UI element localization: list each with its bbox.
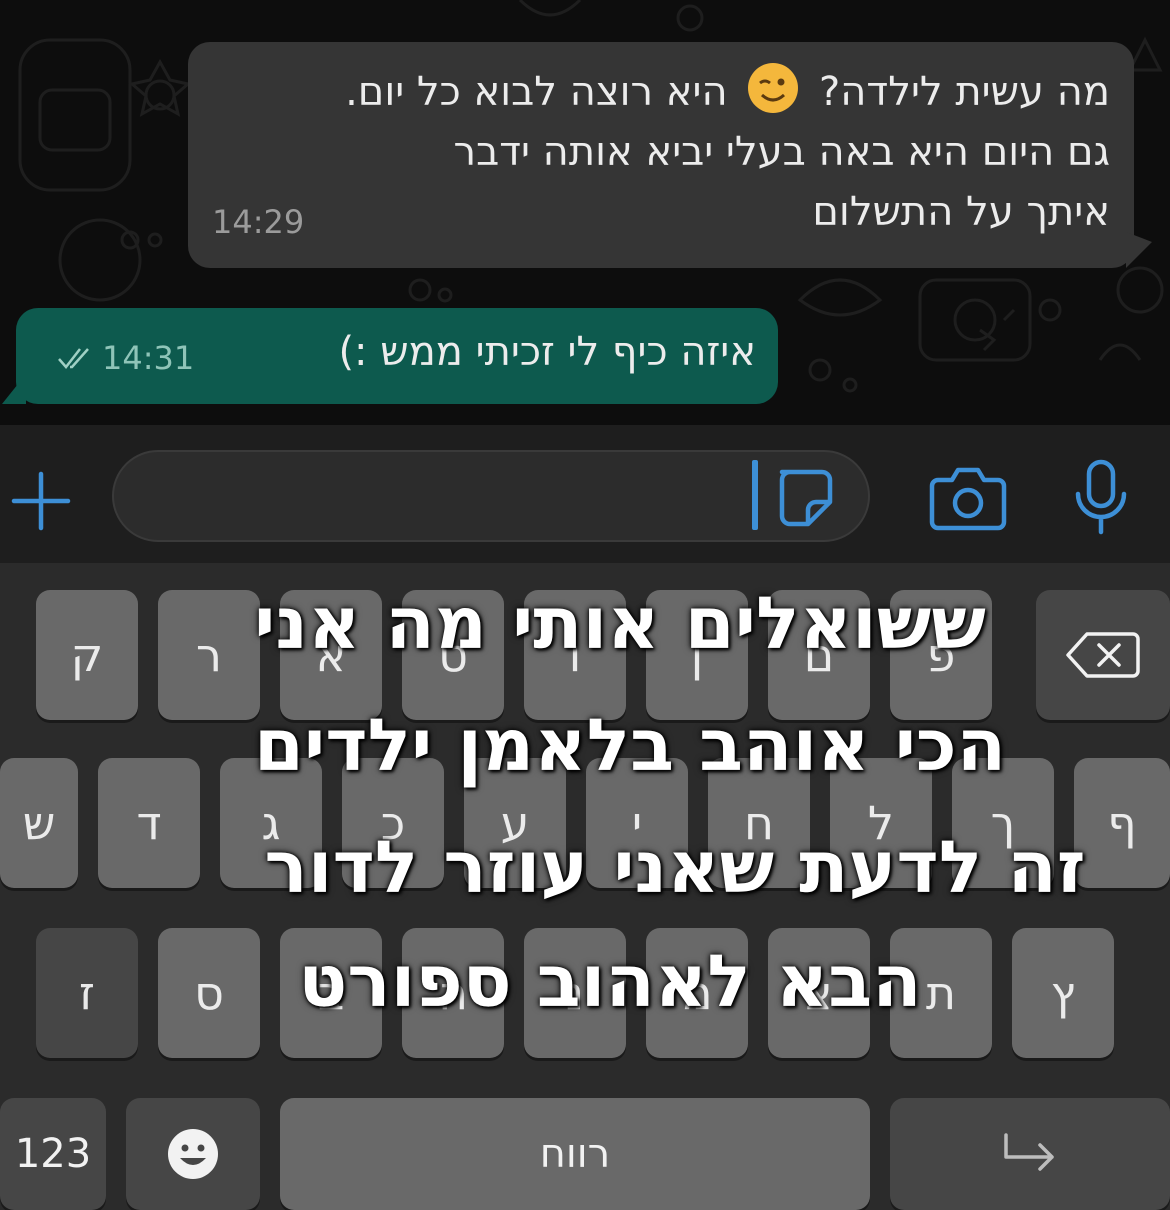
key-mem[interactable]: מ bbox=[646, 928, 748, 1058]
backspace-icon bbox=[1066, 632, 1140, 678]
key-final-nun[interactable]: ן bbox=[646, 590, 748, 720]
key-tav[interactable]: ת bbox=[890, 928, 992, 1058]
message-meta: 14:31 bbox=[56, 328, 194, 388]
key-samekh[interactable]: ס bbox=[158, 928, 260, 1058]
key-het[interactable]: ח bbox=[708, 758, 810, 888]
message-line-1: מה עשית לילדה? היא רוצה לבוא כל יום. bbox=[188, 62, 1110, 122]
message-text-part-1: מה עשית לילדה? bbox=[819, 69, 1110, 115]
text-cursor bbox=[752, 460, 758, 530]
numbers-key[interactable]: 123 bbox=[0, 1098, 106, 1210]
read-receipt-icon bbox=[58, 348, 89, 369]
key-lamed[interactable]: ל bbox=[830, 758, 932, 888]
message-timestamp: 14:29 bbox=[212, 203, 305, 241]
emoji-icon bbox=[168, 1129, 218, 1179]
outgoing-message-bubble[interactable]: איזה כיף לי זכיתי ממש :) 14:31 bbox=[2, 308, 778, 404]
incoming-message-bubble[interactable]: מה עשית לילדה? היא רוצה לבוא כל יום. גם … bbox=[188, 42, 1152, 268]
space-key[interactable]: רווח bbox=[280, 1098, 870, 1210]
key-kaf[interactable]: כ bbox=[342, 758, 444, 888]
key-shin[interactable]: ש bbox=[0, 758, 78, 888]
plus-icon[interactable] bbox=[8, 468, 74, 534]
message-text-part-2: היא רוצה לבוא כל יום. bbox=[345, 69, 728, 115]
key-final-pe[interactable]: ף bbox=[1074, 758, 1170, 888]
return-key[interactable] bbox=[890, 1098, 1170, 1210]
key-dalet[interactable]: ד bbox=[98, 758, 200, 888]
bubble-tail bbox=[1126, 232, 1152, 268]
backspace-key[interactable] bbox=[1036, 590, 1170, 720]
key-alef[interactable]: א bbox=[280, 590, 382, 720]
camera-icon[interactable] bbox=[928, 458, 1008, 534]
key-yod[interactable]: י bbox=[586, 758, 688, 888]
key-gimel[interactable]: ג bbox=[220, 758, 322, 888]
key-tsadi[interactable]: צ bbox=[768, 928, 870, 1058]
key-final-mem[interactable]: ם bbox=[768, 590, 870, 720]
key-tet[interactable]: ט bbox=[402, 590, 504, 720]
chat-area[interactable]: מה עשית לילדה? היא רוצה לבוא כל יום. גם … bbox=[0, 0, 1170, 425]
key-he[interactable]: ה bbox=[402, 928, 504, 1058]
key-ayin[interactable]: ע bbox=[464, 758, 566, 888]
key-resh[interactable]: ר bbox=[158, 590, 260, 720]
key-qof[interactable]: ק bbox=[36, 590, 138, 720]
emoji-key[interactable] bbox=[126, 1098, 260, 1210]
message-timestamp: 14:31 bbox=[102, 339, 195, 377]
sticker-icon[interactable] bbox=[768, 462, 838, 532]
key-pe[interactable]: פ bbox=[890, 590, 992, 720]
winking-face-icon bbox=[748, 63, 799, 113]
key-zayin[interactable]: ז bbox=[36, 928, 138, 1058]
key-final-tsadi[interactable]: ץ bbox=[1012, 928, 1114, 1058]
key-final-kaf[interactable]: ך bbox=[952, 758, 1054, 888]
message-line-3: איתך על התשלום bbox=[812, 189, 1110, 235]
microphone-icon[interactable] bbox=[1068, 456, 1134, 538]
key-nun[interactable]: נ bbox=[524, 928, 626, 1058]
bubble-tail bbox=[2, 374, 26, 404]
key-bet[interactable]: ב bbox=[280, 928, 382, 1058]
key-vav[interactable]: ו bbox=[524, 590, 626, 720]
message-line-2: גם היום היא באה בעלי יביא אותה ידבר bbox=[453, 129, 1110, 175]
return-icon bbox=[1004, 1133, 1054, 1171]
